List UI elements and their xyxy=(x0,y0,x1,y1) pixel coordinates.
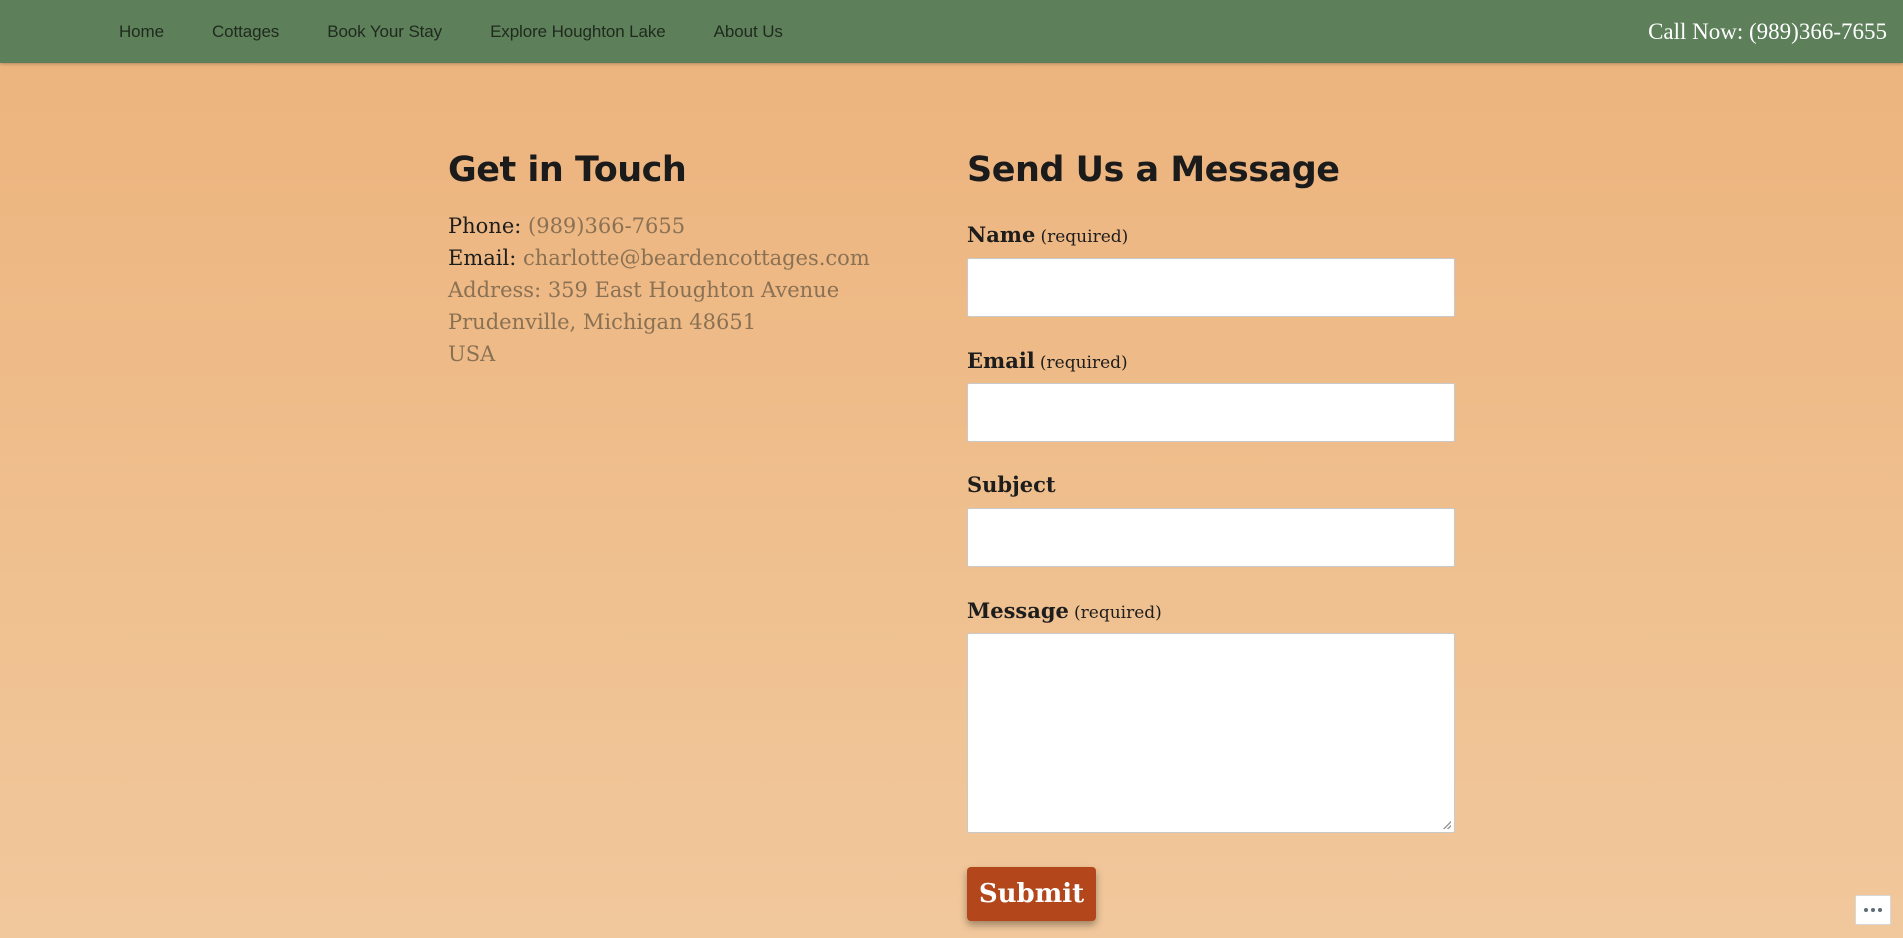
message-label-row: Message (required) xyxy=(967,598,1162,623)
address-line-1[interactable]: Address: 359 East Houghton Avenue xyxy=(448,274,918,306)
nav-item-book-your-stay[interactable]: Book Your Stay xyxy=(327,22,442,42)
top-navigation-bar: Home Cottages Book Your Stay Explore Hou… xyxy=(0,0,1903,63)
main-nav: Home Cottages Book Your Stay Explore Hou… xyxy=(119,0,831,63)
email-input[interactable] xyxy=(967,383,1455,442)
message-label: Message xyxy=(967,598,1069,623)
nav-item-about-us[interactable]: About Us xyxy=(714,22,783,42)
email-line: Email: charlotte@beardencottages.com xyxy=(448,242,918,274)
submit-button[interactable]: Submit xyxy=(967,867,1096,921)
name-input[interactable] xyxy=(967,258,1455,317)
resize-grip-icon[interactable] xyxy=(1443,821,1451,829)
email-label-row: Email (required) xyxy=(967,348,1128,373)
call-now-phone[interactable]: Call Now: (989)366-7655 xyxy=(1648,0,1887,63)
send-message-heading: Send Us a Message xyxy=(967,150,1340,190)
message-textarea[interactable] xyxy=(967,633,1455,833)
dot-icon xyxy=(1878,908,1882,912)
contact-form-section: Send Us a Message Name (required) Email … xyxy=(967,148,1455,921)
email-field-label: Email xyxy=(967,348,1035,373)
address-line-2[interactable]: Prudenville, Michigan 48651 xyxy=(448,306,918,338)
contact-details: Phone: (989)366-7655 Email: charlotte@be… xyxy=(448,210,918,370)
email-required-note: (required) xyxy=(1039,353,1128,373)
nav-item-cottages[interactable]: Cottages xyxy=(212,22,279,42)
nav-item-explore-houghton-lake[interactable]: Explore Houghton Lake xyxy=(490,22,666,42)
nav-item-home[interactable]: Home xyxy=(119,22,164,42)
email-link[interactable]: charlotte@beardencottages.com xyxy=(523,246,870,270)
subject-input[interactable] xyxy=(967,508,1455,567)
phone-link[interactable]: (989)366-7655 xyxy=(528,214,685,238)
address-line-3[interactable]: USA xyxy=(448,338,918,370)
name-label: Name xyxy=(967,222,1036,247)
ellipsis-icon[interactable] xyxy=(1855,895,1891,925)
dot-icon xyxy=(1871,908,1875,912)
message-required-note: (required) xyxy=(1074,603,1162,623)
get-in-touch-section: Get in Touch Phone: (989)366-7655 Email:… xyxy=(448,148,918,370)
phone-line: Phone: (989)366-7655 xyxy=(448,210,918,242)
dot-icon xyxy=(1864,908,1868,912)
phone-label: Phone: xyxy=(448,214,529,238)
name-label-row: Name (required) xyxy=(967,222,1128,247)
name-required-note: (required) xyxy=(1040,227,1129,247)
email-label: Email: xyxy=(448,246,523,270)
get-in-touch-heading: Get in Touch xyxy=(448,150,687,190)
subject-label: Subject xyxy=(967,472,1056,497)
subject-label-row: Subject xyxy=(967,472,1056,497)
